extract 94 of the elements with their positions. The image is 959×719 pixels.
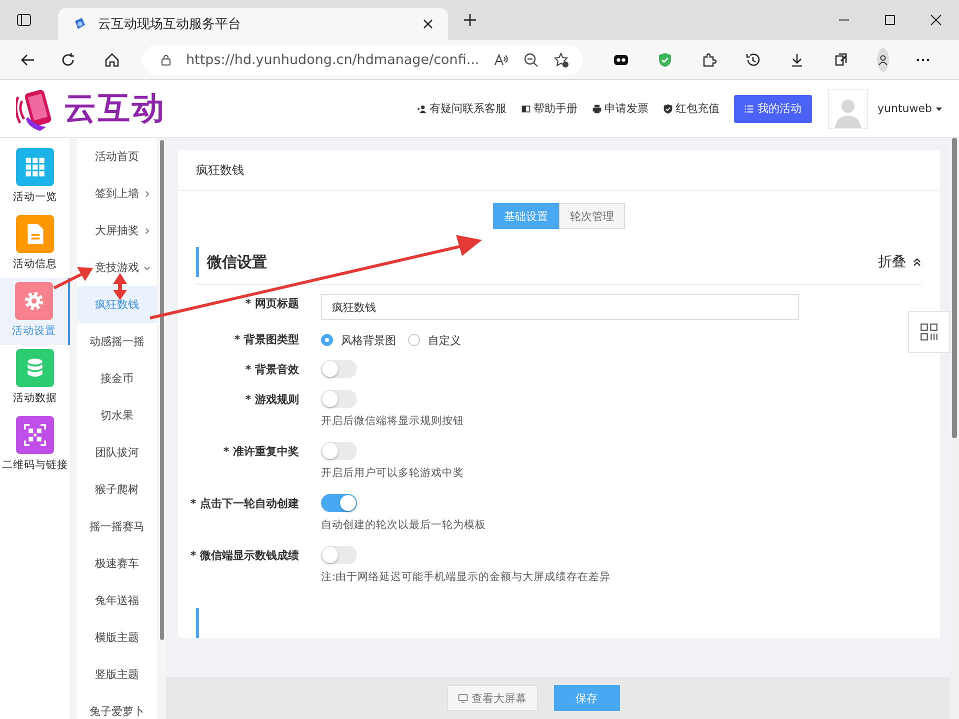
user-menu[interactable]: yuntuweb (878, 102, 943, 115)
radio-button[interactable] (408, 334, 420, 346)
history-icon[interactable] (745, 52, 762, 68)
page-title: 疯狂数钱 (178, 150, 940, 191)
scrollbar[interactable] (160, 140, 164, 640)
submenu-item[interactable]: 猴子爬树 (77, 471, 157, 508)
logo-text: 云互动 (64, 88, 166, 128)
field-label: * 网页标题 (244, 296, 300, 312)
monitor-icon (458, 693, 468, 703)
submenu-item[interactable]: 切水果 (77, 397, 157, 434)
field-label: * 准许重复中奖 (222, 444, 300, 460)
submenu-item[interactable]: 极速赛车 (77, 545, 157, 582)
option-label: 自定义 (428, 332, 461, 348)
field-hint: 开启后用户可以多轮游戏中奖 (321, 466, 464, 480)
sidebar-item[interactable]: 活动一览 (0, 144, 70, 211)
book-icon (520, 104, 531, 114)
read-aloud-icon[interactable] (493, 52, 510, 68)
favorite-icon[interactable] (553, 52, 570, 68)
submenu-item[interactable]: 签到上墙 (77, 175, 157, 212)
refresh-icon[interactable] (60, 52, 76, 68)
maximize-icon[interactable] (884, 14, 896, 26)
annotation-arrow (113, 273, 127, 300)
sidebar-item[interactable]: 二维码与链接 (0, 412, 70, 479)
submenu-item[interactable]: 兔年送福 (77, 582, 157, 619)
submenu-item[interactable]: 团队拔河 (77, 434, 157, 471)
home-icon[interactable] (104, 52, 120, 68)
back-icon[interactable] (20, 52, 36, 68)
collections-icon[interactable] (833, 52, 850, 68)
browser-tab[interactable]: 云互动现场互动服务平台 (58, 8, 448, 40)
header-link[interactable]: 申请发票 (592, 101, 649, 116)
shield-check-icon (662, 104, 673, 114)
annotation-arrow (53, 267, 93, 290)
site-icon (72, 16, 88, 32)
sidebar-item[interactable]: 活动信息 (0, 211, 70, 278)
submenu-item[interactable]: 活动首页 (77, 138, 157, 175)
tab-title: 云互动现场互动服务平台 (98, 16, 242, 33)
submenu-item[interactable]: 摇一摇赛马 (77, 508, 157, 545)
field-label: * 微信端显示数钱成绩 (189, 548, 300, 564)
lock-icon (160, 54, 172, 66)
collapse-link[interactable]: 折叠 (878, 253, 922, 271)
qr-code-icon (24, 424, 46, 446)
field-label: * 背景图类型 (233, 332, 300, 348)
profile-button[interactable] (877, 48, 890, 72)
toggle-switch[interactable] (321, 360, 357, 378)
submenu-item[interactable]: 接金币 (77, 360, 157, 397)
grid-icon (24, 156, 46, 178)
caret-icon (935, 104, 943, 112)
url-text: https://hd.yunhudong.cn/hdmanage/confi... (186, 52, 480, 68)
close-icon[interactable] (930, 14, 942, 26)
printer-icon (592, 104, 602, 114)
option-label: 风格背景图 (341, 332, 396, 348)
tab-actions-icon[interactable] (16, 12, 32, 28)
my-events-button[interactable]: 我的活动 (734, 94, 812, 122)
radio-button[interactable] (321, 334, 333, 346)
toggle-switch[interactable] (321, 442, 357, 460)
title-input[interactable]: 疯狂数钱 (321, 294, 799, 320)
header-link[interactable]: 帮助手册 (520, 101, 578, 116)
submenu-item[interactable]: 竖版主题 (77, 656, 157, 693)
zoom-out-icon[interactable] (523, 52, 540, 68)
header-link[interactable]: 有疑问联系客服 (416, 101, 507, 116)
field-label: * 点击下一轮自动创建 (189, 496, 300, 512)
submenu-item[interactable]: 动感摇一摇 (77, 323, 157, 360)
list-icon (744, 104, 754, 114)
field-label: * 游戏规则 (244, 392, 300, 408)
field-hint: 自动创建的轮次以最后一轮为模板 (321, 518, 486, 532)
person-plus-icon (416, 104, 427, 114)
submenu-item[interactable]: 大屏抽奖 (77, 212, 157, 249)
qr-float-button[interactable] (908, 311, 950, 353)
toggle-switch[interactable] (321, 546, 357, 564)
qr-icon (920, 323, 938, 341)
toggle-switch[interactable] (321, 494, 357, 512)
header-link[interactable]: 红包充值 (662, 101, 720, 116)
submenu-item[interactable]: 竞技游戏 (77, 249, 157, 286)
settings-icon (23, 290, 45, 312)
radio-option[interactable]: 自定义 (408, 332, 461, 348)
person-icon (877, 54, 890, 66)
toggle-switch[interactable] (321, 390, 357, 408)
close-icon[interactable] (422, 18, 434, 30)
puzzle-icon[interactable] (701, 52, 718, 68)
submenu-item[interactable]: 横版主题 (77, 619, 157, 656)
scrollbar[interactable] (950, 138, 959, 719)
radio-option[interactable]: 风格背景图 (321, 332, 396, 348)
field-hint: 注:由于网络延迟可能手机端显示的金额与大屏成绩存在差异 (321, 570, 611, 584)
section-title: 微信设置 (207, 252, 267, 272)
address-bar[interactable]: https://hd.yunhudong.cn/hdmanage/confi... (142, 44, 584, 74)
field-hint: 开启后微信端将显示规则按钮 (321, 414, 464, 428)
shield-icon[interactable] (657, 52, 674, 68)
tab[interactable]: 轮次管理 (559, 203, 625, 229)
field-label: * 背景音效 (244, 362, 300, 378)
chevron-up-icon (912, 257, 922, 267)
submenu-item[interactable]: 兔子爱萝卜 (77, 693, 157, 719)
sidebar-item[interactable]: 活动数据 (0, 345, 70, 412)
new-tab-icon[interactable] (462, 12, 478, 28)
view-screen-button[interactable]: 查看大屏幕 (446, 685, 538, 711)
